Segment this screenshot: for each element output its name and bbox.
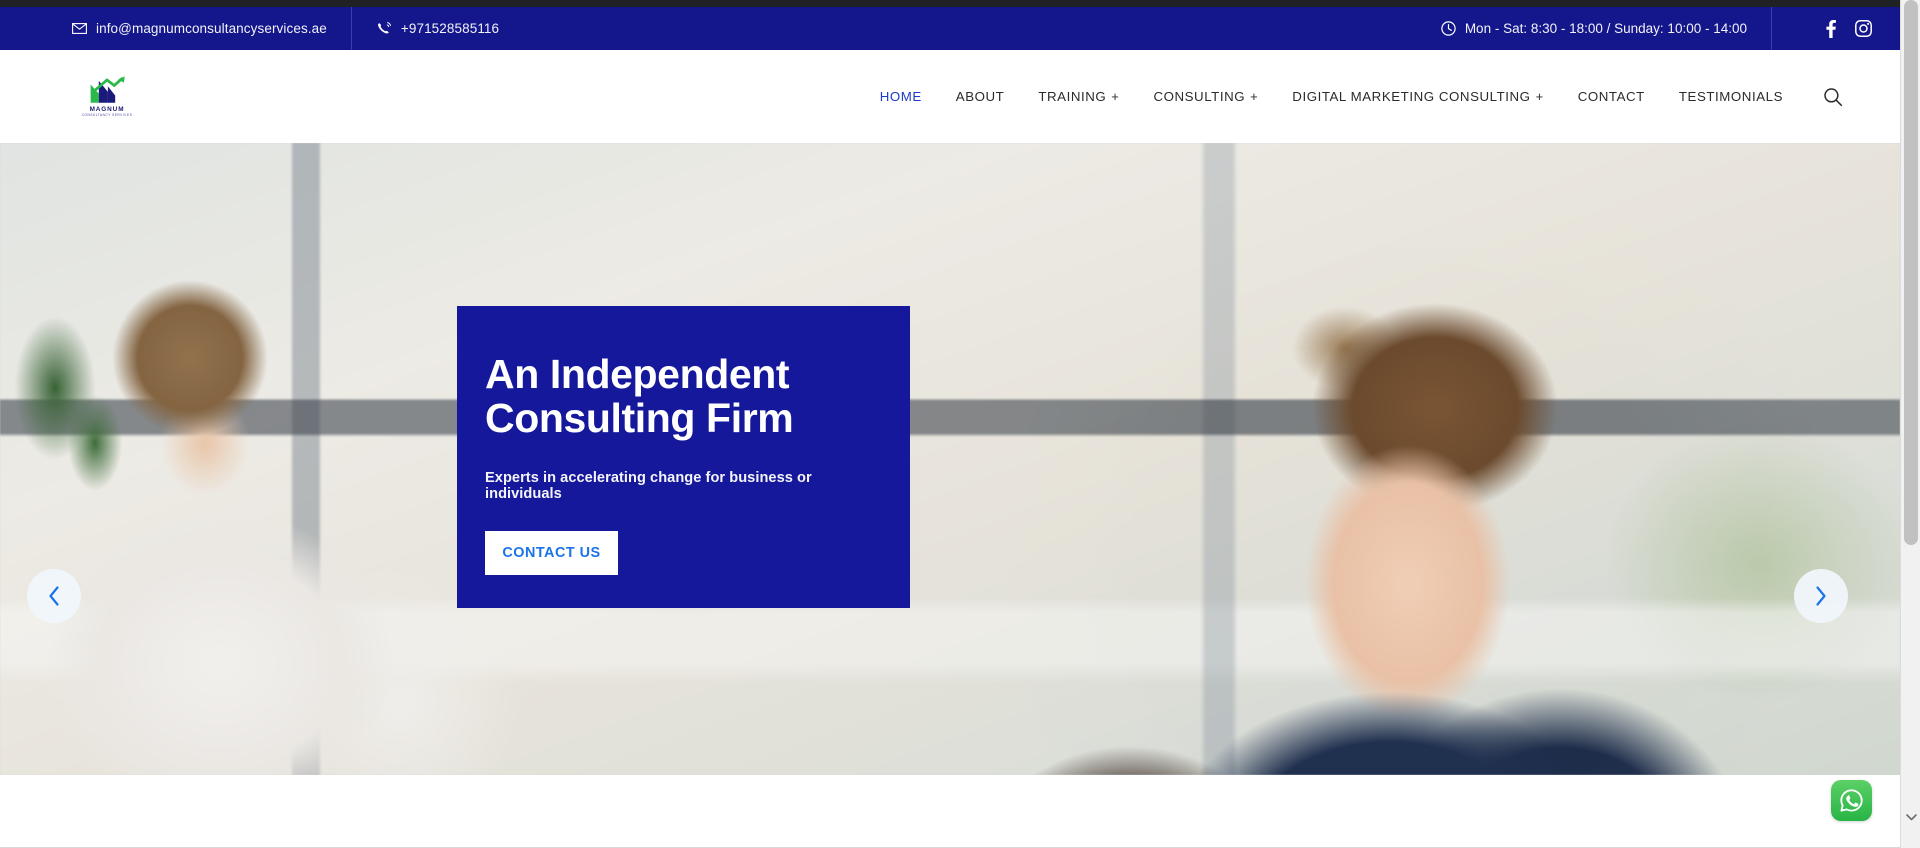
phone-text: +971528585116 [400,21,500,36]
instagram-icon[interactable] [1854,20,1872,38]
nav-label: TRAINING [1038,89,1107,104]
nav-item-home[interactable]: HOME [863,89,939,104]
chevron-left-icon [49,586,59,606]
clock-icon [1441,21,1456,36]
magnum-arrow-logo [90,76,125,104]
nav-label: HOME [879,89,922,104]
envelope-icon [72,23,87,34]
top-bar-divider-2 [1771,7,1772,50]
hero-subtitle: Experts in accelerating change for busin… [485,469,812,502]
nav-label: CONTACT [1577,89,1645,104]
contact-us-button[interactable]: CONTACT US [485,530,618,575]
nav-label: CONSULTING [1153,89,1246,104]
nav-item-training[interactable]: TRAINING + [1021,89,1136,104]
hero-caption-panel: An Independent Consulting Firm Experts i… [457,306,910,608]
hero-title-line-2: Consulting Firm [485,394,794,441]
site-logo[interactable]: MAGNUM CONSULTANCY SERVICES [78,68,136,126]
social-links [1796,19,1900,38]
hero-slider: An Independent Consulting Firm Experts i… [0,143,1900,775]
scrollbar-thumb[interactable] [1904,0,1918,545]
search-icon[interactable] [1822,86,1844,108]
email-contact[interactable]: info@magnumconsultancyservices.ae [72,21,327,36]
page-scrollbar[interactable] [1900,0,1920,848]
carousel-next-button[interactable] [1794,569,1848,623]
hero-title-line-1: An Independent [485,351,790,397]
chevron-down-icon: + [1111,89,1120,104]
email-text: info@magnumconsultancyservices.ae [96,21,327,36]
page-root: info@magnumconsultancyservices.ae +97152… [0,0,1920,848]
whatsapp-chat-button[interactable] [1831,780,1872,821]
top-bar-right: Mon - Sat: 8:30 - 18:00 / Sunday: 10:00 … [1441,7,1900,50]
whatsapp-icon [1840,789,1863,812]
nav-label: DIGITAL MARKETING CONSULTING [1292,89,1531,104]
content-section-below-hero [0,775,1900,848]
phone-ring-icon [376,21,392,36]
primary-nav: HOME ABOUT TRAINING + CONSULTING + DIGIT… [863,50,1900,143]
business-hours: Mon - Sat: 8:30 - 18:00 / Sunday: 10:00 … [1441,21,1747,36]
nav-item-testimonials[interactable]: TESTIMONIALS [1662,89,1800,104]
business-hours-text: Mon - Sat: 8:30 - 18:00 / Sunday: 10:00 … [1464,21,1747,36]
phone-contact[interactable]: +971528585116 [376,21,499,36]
chevron-right-icon [1816,586,1826,606]
hero-title: An Independent Consulting Firm [485,351,866,441]
nav-item-about[interactable]: ABOUT [939,89,1022,104]
nav-item-digital-marketing-consulting[interactable]: DIGITAL MARKETING CONSULTING + [1275,89,1560,104]
hero-image-overlay [0,143,1900,775]
nav-label: TESTIMONIALS [1678,89,1783,104]
scrollbar-down-arrow[interactable] [1901,808,1920,826]
chevron-down-icon: + [1535,89,1544,104]
chevron-down-icon: + [1250,89,1259,104]
nav-item-contact[interactable]: CONTACT [1561,89,1662,104]
main-navbar: MAGNUM CONSULTANCY SERVICES HOME ABOUT T… [0,50,1900,143]
top-bar-contacts: info@magnumconsultancyservices.ae +97152… [72,7,499,50]
facebook-icon[interactable] [1822,19,1840,38]
browser-chrome-strip [0,0,1900,7]
top-bar-divider [350,7,352,50]
nav-label: ABOUT [955,89,1005,104]
nav-item-consulting[interactable]: CONSULTING + [1136,89,1275,104]
carousel-prev-button[interactable] [27,569,81,623]
logo-tagline: CONSULTANCY SERVICES [81,113,133,118]
top-info-bar: info@magnumconsultancyservices.ae +97152… [0,7,1900,50]
